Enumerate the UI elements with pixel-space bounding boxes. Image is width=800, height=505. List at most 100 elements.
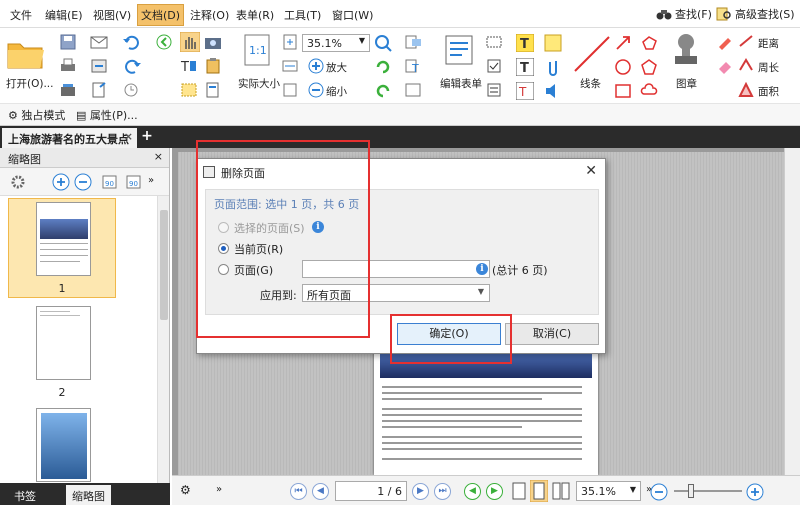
- gear-icon[interactable]: ⚙: [180, 483, 191, 497]
- eraser-icon[interactable]: [716, 58, 734, 74]
- zoom-in-label[interactable]: 放大: [326, 60, 347, 75]
- area-label[interactable]: 面积: [758, 84, 779, 99]
- menu-form[interactable]: 表单(R): [236, 7, 274, 23]
- radio-pages[interactable]: [218, 264, 229, 275]
- zoom-out-label[interactable]: 缩小: [326, 84, 347, 99]
- single-page-icon[interactable]: [512, 482, 526, 500]
- history-icon[interactable]: [122, 82, 142, 98]
- rotate-ccw-icon[interactable]: 90: [100, 173, 120, 191]
- zoom-slider[interactable]: [674, 490, 742, 492]
- zoom-out-icon[interactable]: [74, 173, 92, 191]
- zoom-combo[interactable]: 35.1% ▼: [302, 34, 370, 52]
- prev-page-button[interactable]: ◀: [312, 483, 329, 500]
- close-icon[interactable]: ×: [154, 150, 163, 163]
- perimeter-label[interactable]: 周长: [758, 60, 779, 75]
- last-page-button[interactable]: ⏭: [434, 483, 451, 500]
- arrow-tool-icon[interactable]: [614, 34, 632, 52]
- cloud-tool-icon[interactable]: [640, 82, 658, 100]
- zoom-out-icon[interactable]: [650, 483, 668, 501]
- distance-label[interactable]: 距离: [758, 36, 779, 51]
- menu-comment[interactable]: 注释(O): [190, 7, 229, 23]
- cancel-button[interactable]: 取消(C): [505, 323, 599, 345]
- zoom-in-icon[interactable]: [746, 483, 764, 501]
- first-page-button[interactable]: ⏮: [290, 483, 307, 500]
- attachment-icon[interactable]: [544, 58, 562, 76]
- callout-icon[interactable]: T: [516, 82, 534, 100]
- radio-selected-pages[interactable]: [218, 222, 229, 233]
- polygon-tool-icon[interactable]: [640, 34, 658, 52]
- scan-icon[interactable]: [60, 82, 76, 98]
- stamp-label[interactable]: 图章: [676, 76, 697, 91]
- next-page-button[interactable]: ▶: [412, 483, 429, 500]
- back-button[interactable]: ◀: [464, 483, 481, 500]
- select-area-icon[interactable]: [180, 82, 198, 98]
- gear-icon[interactable]: [10, 174, 28, 190]
- thumbnail-page-2[interactable]: [36, 306, 91, 380]
- typewriter-icon[interactable]: T: [516, 34, 534, 52]
- text-field-icon[interactable]: [486, 34, 502, 50]
- standalone-mode-button[interactable]: ⚙ 独占模式: [8, 107, 65, 123]
- menu-edit[interactable]: 编辑(E): [45, 7, 83, 23]
- hand-tool-icon[interactable]: [180, 32, 200, 52]
- page-range-input[interactable]: [302, 260, 490, 278]
- document-tab[interactable]: 上海旅游著名的五大景点 ×: [2, 128, 137, 148]
- close-icon[interactable]: ✕: [585, 163, 597, 179]
- apply-to-select[interactable]: 所有页面 ▼: [302, 284, 490, 302]
- rotate-cw-icon[interactable]: [374, 58, 392, 76]
- forward-button[interactable]: ▶: [486, 483, 503, 500]
- page-number-input[interactable]: 1 / 6: [335, 481, 407, 501]
- redo-icon[interactable]: [122, 58, 142, 74]
- checkbox-field-icon[interactable]: [486, 58, 502, 74]
- export-icon[interactable]: [90, 58, 108, 74]
- ok-button[interactable]: 确定(O): [397, 323, 501, 345]
- menu-document[interactable]: 文档(D): [137, 4, 185, 26]
- actual-size-label[interactable]: 实际大小: [238, 76, 280, 91]
- rectangle-tool-icon[interactable]: [614, 82, 632, 100]
- textbox-icon[interactable]: T: [516, 58, 534, 76]
- page-extract-icon[interactable]: T: [404, 58, 422, 74]
- thumbnail-page-1[interactable]: [36, 202, 91, 276]
- sticky-note-icon[interactable]: [544, 34, 562, 52]
- more-icon[interactable]: »: [216, 484, 222, 495]
- pentagon-tool-icon[interactable]: [640, 58, 658, 76]
- distance-icon[interactable]: [738, 34, 756, 50]
- close-icon[interactable]: ×: [124, 130, 133, 143]
- document-scrollbar[interactable]: [784, 148, 800, 475]
- clipboard-icon[interactable]: [204, 58, 222, 74]
- find-button[interactable]: 查找(F): [656, 6, 712, 22]
- facing-page-icon[interactable]: [552, 482, 570, 500]
- undo-icon[interactable]: [122, 34, 142, 50]
- rotate-cw-icon[interactable]: 90: [124, 173, 144, 191]
- list-field-icon[interactable]: [486, 82, 502, 98]
- perimeter-icon[interactable]: [738, 58, 756, 74]
- fit-width-icon[interactable]: [282, 58, 298, 74]
- prev-view-icon[interactable]: [155, 34, 173, 50]
- rotate-ccw-icon[interactable]: [374, 82, 392, 100]
- more-icon[interactable]: »: [148, 175, 154, 186]
- open-folder-icon[interactable]: [6, 36, 46, 72]
- line-label[interactable]: 线条: [580, 76, 601, 91]
- zoom-select[interactable]: 35.1% ▼: [576, 481, 641, 501]
- magnifier-icon[interactable]: [374, 34, 392, 52]
- tab-thumbnails[interactable]: 缩略图: [66, 485, 111, 505]
- fit-visible-icon[interactable]: [282, 82, 298, 98]
- actual-size-icon[interactable]: 1:1: [244, 34, 270, 66]
- print-icon[interactable]: [60, 58, 76, 74]
- document-page[interactable]: [374, 348, 598, 475]
- add-tab-icon[interactable]: +: [140, 129, 154, 143]
- page-crop-icon[interactable]: [404, 82, 422, 98]
- edit-form-icon[interactable]: [444, 34, 474, 66]
- sound-icon[interactable]: [544, 82, 562, 100]
- save-icon[interactable]: [60, 34, 76, 50]
- thumbnail-scrollbar[interactable]: [157, 196, 169, 483]
- zoom-in-icon[interactable]: [52, 173, 70, 191]
- menu-tools[interactable]: 工具(T): [284, 7, 321, 23]
- menu-file[interactable]: 文件: [10, 7, 32, 23]
- radio-current-page[interactable]: [218, 243, 229, 254]
- new-doc-icon[interactable]: [90, 82, 108, 98]
- tab-bookmarks[interactable]: 书签: [8, 485, 42, 505]
- page-insert-icon[interactable]: [404, 34, 422, 50]
- line-tool-icon[interactable]: [572, 34, 612, 74]
- select-text-icon[interactable]: T: [180, 58, 198, 74]
- edit-form-label[interactable]: 编辑表单: [440, 76, 482, 91]
